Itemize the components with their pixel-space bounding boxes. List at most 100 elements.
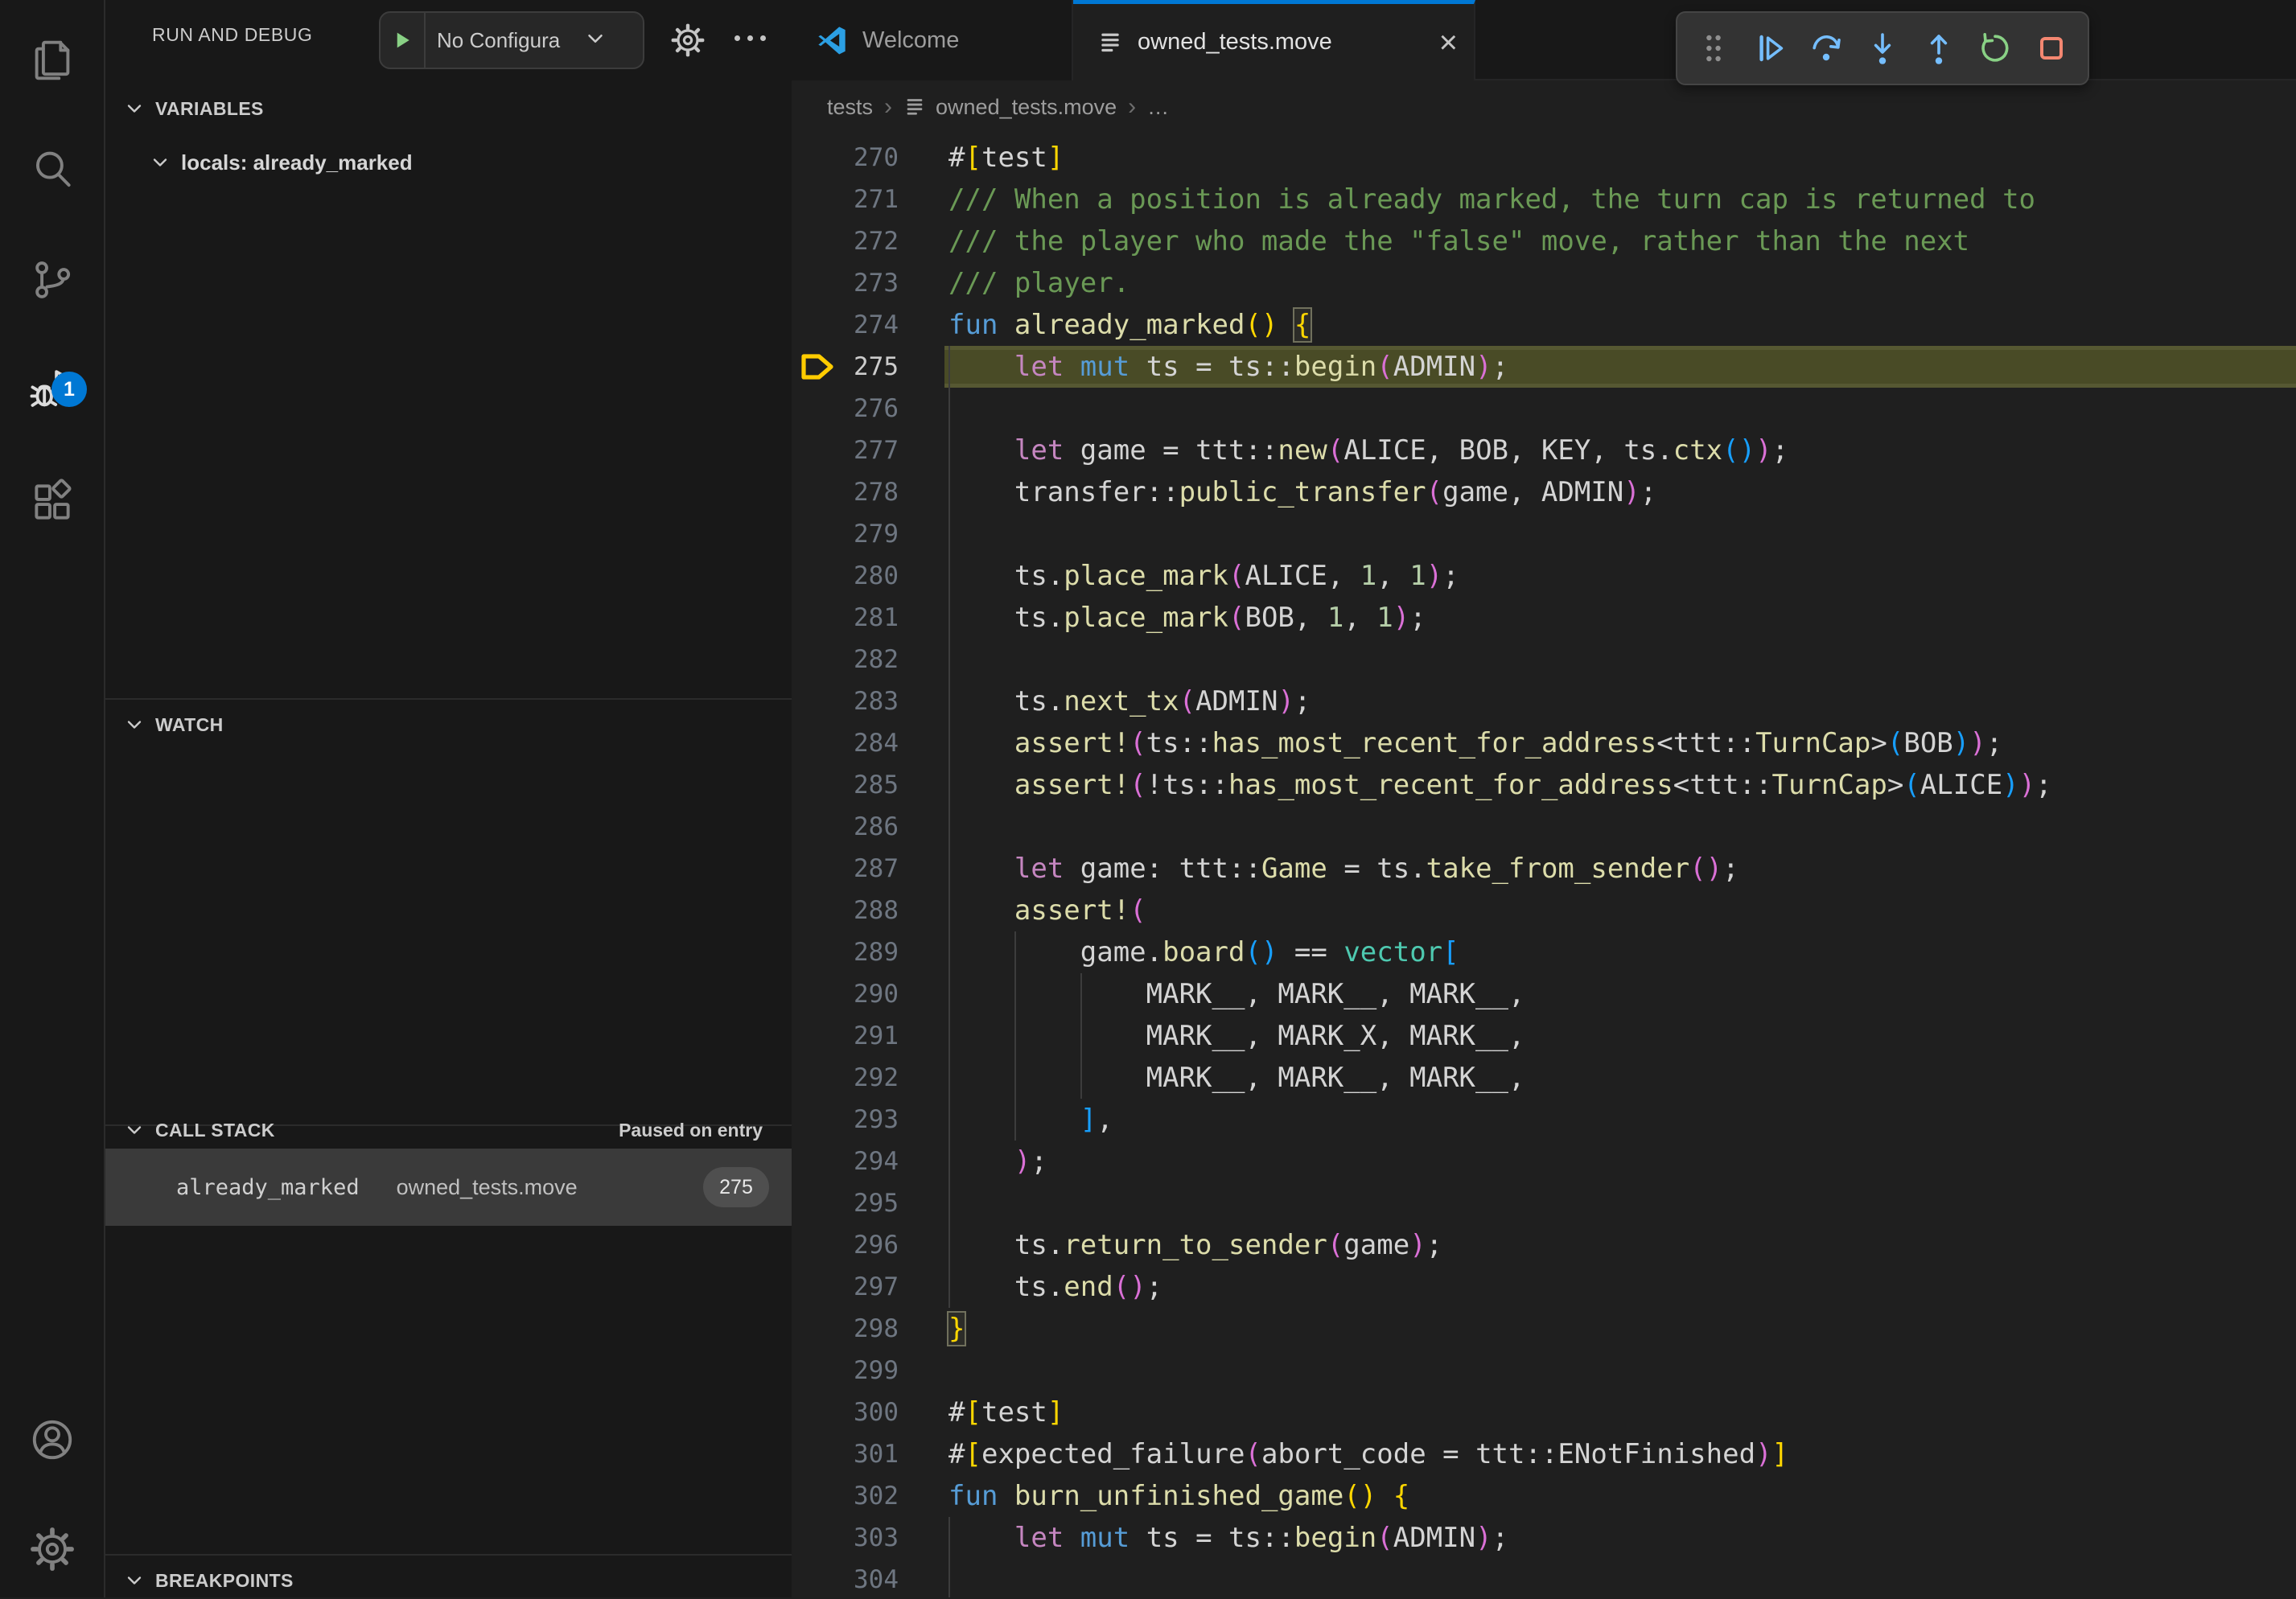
code-line-text: assert!(ts::has_most_recent_for_address<…: [948, 722, 2002, 764]
code-line: 286: [792, 806, 2296, 848]
code-line: 275 let mut ts = ts::begin(ADMIN);: [792, 346, 2296, 388]
step-over-button[interactable]: [1803, 25, 1850, 72]
code-line: 288 assert!(: [792, 890, 2296, 931]
search-icon[interactable]: [0, 121, 104, 217]
code-line-text: }: [948, 1308, 965, 1350]
line-number[interactable]: 297: [792, 1266, 899, 1308]
breadcrumb-file[interactable]: owned_tests.move: [936, 95, 1117, 120]
continue-button[interactable]: [1747, 25, 1793, 72]
line-number[interactable]: 287: [792, 848, 899, 890]
code-line: 294 );: [792, 1141, 2296, 1182]
code-line: 295: [792, 1182, 2296, 1224]
line-number[interactable]: 273: [792, 262, 899, 304]
line-number[interactable]: 286: [792, 806, 899, 848]
editor-group: Welcome owned_tests.move × tests › owned…: [792, 0, 2296, 1597]
line-number[interactable]: 291: [792, 1015, 899, 1057]
line-number[interactable]: 301: [792, 1433, 899, 1475]
code-line-text: /// When a position is already marked, t…: [948, 179, 2035, 220]
line-number[interactable]: 299: [792, 1350, 899, 1391]
tab-owned-tests-move[interactable]: owned_tests.move ×: [1073, 0, 1475, 80]
code-line: 271 /// When a position is already marked…: [792, 179, 2296, 220]
breadcrumb-symbol[interactable]: …: [1147, 95, 1169, 120]
explorer-icon[interactable]: [0, 10, 104, 106]
call-stack-section-header[interactable]: CALL STACK Paused on entry: [105, 1112, 792, 1149]
code-line-text: ts.end();: [948, 1266, 1162, 1308]
line-number[interactable]: 303: [792, 1517, 899, 1559]
code-line-text: /// the player who made the "false" move…: [948, 220, 1969, 262]
line-number[interactable]: 278: [792, 471, 899, 513]
extensions-icon[interactable]: [0, 454, 104, 550]
line-number[interactable]: 279: [792, 513, 899, 555]
run-and-debug-icon[interactable]: 1: [0, 343, 104, 439]
line-number[interactable]: 276: [792, 388, 899, 430]
line-number[interactable]: 285: [792, 764, 899, 806]
watch-section-header[interactable]: WATCH: [105, 706, 792, 743]
line-number[interactable]: 271: [792, 179, 899, 220]
debug-config-control[interactable]: No Configura: [379, 11, 644, 69]
line-number[interactable]: 284: [792, 722, 899, 764]
code-line: 293 ],: [792, 1099, 2296, 1141]
frame-file-name: owned_tests.move: [397, 1175, 578, 1200]
code-line: 276: [792, 388, 2296, 430]
drag-grip-icon[interactable]: [1690, 25, 1737, 72]
line-number[interactable]: 292: [792, 1057, 899, 1099]
code-line-text: ts.place_mark(BOB, 1, 1);: [948, 597, 1426, 639]
line-number[interactable]: 274: [792, 304, 899, 346]
code-line: 278 transfer::public_transfer(game, ADMI…: [792, 471, 2296, 513]
restart-button[interactable]: [1972, 25, 2018, 72]
source-control-icon[interactable]: [0, 232, 104, 328]
line-number[interactable]: 302: [792, 1475, 899, 1517]
breadcrumb-folder[interactable]: tests: [827, 95, 873, 120]
line-number[interactable]: 290: [792, 973, 899, 1015]
config-dropdown[interactable]: No Configura: [426, 28, 583, 53]
line-number[interactable]: 295: [792, 1182, 899, 1224]
line-number[interactable]: 281: [792, 597, 899, 639]
line-number[interactable]: 304: [792, 1559, 899, 1597]
chevron-down-icon: [123, 1119, 146, 1141]
more-actions-icon[interactable]: [734, 35, 766, 41]
account-icon[interactable]: [0, 1391, 104, 1488]
code-line-text: transfer::public_transfer(game, ADMIN);: [948, 471, 1656, 513]
code-line: 289 game.board() == vector[: [792, 931, 2296, 973]
current-stack-frame-marker-icon: [800, 353, 835, 380]
call-stack-frame-row[interactable]: already_marked owned_tests.move 275: [105, 1149, 792, 1226]
start-debugging-button[interactable]: [381, 28, 424, 52]
debug-settings-gear-icon[interactable]: [669, 21, 707, 64]
line-number[interactable]: 280: [792, 555, 899, 597]
close-icon[interactable]: ×: [1439, 27, 1458, 59]
line-number[interactable]: 294: [792, 1141, 899, 1182]
step-into-button[interactable]: [1859, 25, 1906, 72]
tab-welcome[interactable]: Welcome: [792, 0, 1073, 80]
line-number[interactable]: 288: [792, 890, 899, 931]
line-number[interactable]: 300: [792, 1391, 899, 1433]
line-number[interactable]: 289: [792, 931, 899, 973]
line-number[interactable]: 296: [792, 1224, 899, 1266]
step-out-button[interactable]: [1915, 25, 1962, 72]
watch-label: WATCH: [155, 714, 224, 736]
line-number[interactable]: 293: [792, 1099, 899, 1141]
locals-scope-row[interactable]: locals: already_marked: [105, 143, 792, 182]
breakpoints-section-header[interactable]: BREAKPOINTS: [105, 1562, 792, 1599]
variables-section-header[interactable]: VARIABLES: [105, 90, 792, 127]
code-line: 299: [792, 1350, 2296, 1391]
line-number[interactable]: 298: [792, 1308, 899, 1350]
chevron-down-icon: [149, 151, 171, 174]
code-line-text: ],: [948, 1099, 1113, 1141]
settings-gear-icon[interactable]: [0, 1501, 104, 1597]
line-number[interactable]: 272: [792, 220, 899, 262]
code-line: 303 let mut ts = ts::begin(ADMIN);: [792, 1517, 2296, 1559]
code-line-text: MARK__, MARK__, MARK__,: [948, 973, 1524, 1015]
variables-label: VARIABLES: [155, 98, 264, 120]
code-region: 270 #[test] 271 /// When a position is alre…: [792, 134, 2296, 1597]
stop-button[interactable]: [2028, 25, 2075, 72]
code-line: 283 ts.next_tx(ADMIN);: [792, 680, 2296, 722]
code-line-text: let mut ts = ts::begin(ADMIN);: [948, 346, 1508, 388]
divider: [105, 698, 792, 700]
code-line-text: ts.return_to_sender(game);: [948, 1224, 1442, 1266]
line-number[interactable]: 283: [792, 680, 899, 722]
line-number[interactable]: 270: [792, 137, 899, 179]
code-line: 302fun burn_unfinished_game() {: [792, 1475, 2296, 1517]
line-number[interactable]: 282: [792, 639, 899, 680]
line-number[interactable]: 277: [792, 430, 899, 471]
code-line-text: #[test]: [948, 137, 1064, 179]
